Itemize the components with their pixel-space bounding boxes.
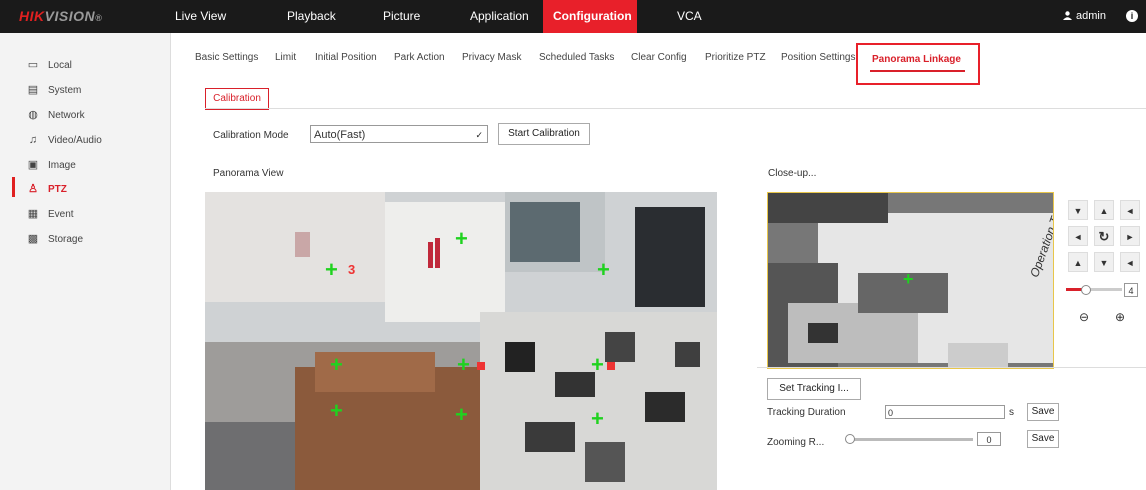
calibration-mode-label: Calibration Mode <box>213 130 289 141</box>
tab-prioritize-ptz[interactable]: Prioritize PTZ <box>705 52 766 63</box>
system-icon: ▤ <box>27 84 39 97</box>
chevron-down-icon: ✓ <box>475 130 483 140</box>
sidebar-item-label: System <box>48 85 82 96</box>
marker-label: 3 <box>348 262 356 277</box>
tab-position-settings[interactable]: Position Settings <box>781 52 856 63</box>
ptz-up-right-button[interactable]: ◄ <box>1120 200 1140 220</box>
tab-limit[interactable]: Limit <box>275 52 296 63</box>
user-icon <box>1063 1 1073 20</box>
ptz-left-button[interactable]: ◄ <box>1068 226 1088 246</box>
nav-picture[interactable]: Picture <box>373 0 430 33</box>
sidebar-item-label: Video/Audio <box>48 135 102 146</box>
ptz-up-left-button[interactable]: ▼ <box>1068 200 1088 220</box>
nav-live-view[interactable]: Live View <box>165 0 236 33</box>
sidebar-item-ptz[interactable]: ♙ PTZ <box>27 180 67 200</box>
panorama-video-view[interactable]: + 3 + + + + + + + + <box>205 192 717 490</box>
calibration-marker[interactable]: + <box>455 228 468 250</box>
ptz-speed-knob[interactable] <box>1080 285 1091 295</box>
calibration-mode-value: Auto(Fast) <box>314 129 366 141</box>
top-navigation-bar: HIKVISION® Live View Playback Picture Ap… <box>0 0 1146 33</box>
zooming-ratio-label: Zooming R... <box>767 437 825 448</box>
active-sidebar-marker <box>12 177 15 197</box>
red-marker <box>477 362 485 370</box>
calibration-marker[interactable]: + <box>455 404 468 426</box>
sidebar-item-network[interactable]: ◍ Network <box>27 106 85 126</box>
info-icon[interactable]: i <box>1126 10 1138 22</box>
monitor-icon: ▭ <box>27 59 39 72</box>
tab-initial-position[interactable]: Initial Position <box>315 52 377 63</box>
user-name: admin <box>1076 10 1106 22</box>
ptz-down-button[interactable]: ▼ <box>1094 252 1114 272</box>
ptz-speed-value[interactable]: 4 <box>1124 283 1138 297</box>
save-duration-button[interactable]: Save <box>1027 403 1059 421</box>
zoom-in-icon[interactable]: ⊕ <box>1110 307 1130 327</box>
subtab-divider <box>205 108 1146 109</box>
sidebar-item-video-audio[interactable]: ♫ Video/Audio <box>27 131 102 151</box>
duration-unit-label: s <box>1009 407 1014 418</box>
tab-highlight-box <box>856 43 980 85</box>
calibration-marker[interactable]: + <box>330 354 343 376</box>
closeup-video-view[interactable]: Operation Tool + <box>767 192 1054 369</box>
sidebar-item-local[interactable]: ▭ Local <box>27 56 72 76</box>
nav-application[interactable]: Application <box>460 0 539 33</box>
image-icon: ▣ <box>27 159 39 172</box>
ptz-auto-rotate-button[interactable]: ↻ <box>1094 226 1114 246</box>
subtab-calibration[interactable]: Calibration <box>205 88 269 110</box>
save-zoom-button[interactable]: Save <box>1027 430 1059 448</box>
ptz-icon: ♙ <box>28 183 38 196</box>
calibration-marker[interactable]: + <box>457 354 470 376</box>
sidebar-item-image[interactable]: ▣ Image <box>27 156 76 176</box>
tab-scheduled-tasks[interactable]: Scheduled Tasks <box>539 52 614 63</box>
ptz-down-right-button[interactable]: ◄ <box>1120 252 1140 272</box>
set-tracking-button[interactable]: Set Tracking I... <box>767 378 861 400</box>
closeup-center-marker: + <box>903 269 914 289</box>
nav-playback[interactable]: Playback <box>277 0 346 33</box>
section-divider <box>757 367 1146 368</box>
nav-vca[interactable]: VCA <box>667 0 712 33</box>
hikvision-logo: HIKVISION® <box>19 8 103 24</box>
sidebar-item-label: Storage <box>48 234 84 245</box>
sidebar-item-label: Local <box>48 60 72 71</box>
sidebar-item-label: Image <box>48 160 76 171</box>
calibration-mode-select[interactable]: Auto(Fast) ✓ <box>310 125 488 143</box>
sidebar-item-system[interactable]: ▤ System <box>27 81 82 101</box>
calibration-marker[interactable]: + <box>597 259 610 281</box>
calibration-marker[interactable]: + <box>325 259 338 281</box>
calendar-icon: ▦ <box>27 208 39 221</box>
red-marker <box>607 362 615 370</box>
sidebar: ▭ Local ▤ System ◍ Network ♫ Video/Audio ▣ Im… <box>0 33 171 490</box>
tracking-duration-label: Tracking Duration <box>767 407 846 418</box>
calibration-marker[interactable]: + <box>330 400 343 422</box>
tab-privacy-mask[interactable]: Privacy Mask <box>462 52 521 63</box>
sidebar-item-label: Event <box>48 209 74 220</box>
zooming-ratio-input[interactable]: 0 <box>977 432 1001 446</box>
ptz-up-button[interactable]: ▲ <box>1094 200 1114 220</box>
sidebar-item-storage[interactable]: ▩ Storage <box>27 230 83 250</box>
video-audio-icon: ♫ <box>28 134 38 147</box>
calibration-marker[interactable]: + <box>591 354 604 376</box>
storage-icon: ▩ <box>27 233 39 246</box>
panorama-view-label: Panorama View <box>213 168 284 179</box>
sidebar-item-label: Network <box>48 110 85 121</box>
start-calibration-button[interactable]: Start Calibration <box>498 123 590 145</box>
ptz-control-panel: ▼ ▲ ◄ ◄ ↻ ► ▲ ▼ ◄ 4 ⊖ ⊕ <box>1060 192 1146 369</box>
nav-configuration[interactable]: Configuration <box>543 0 637 33</box>
globe-icon: ◍ <box>28 109 38 122</box>
zooming-ratio-knob[interactable] <box>845 434 855 444</box>
calibration-marker[interactable]: + <box>591 408 604 430</box>
sidebar-item-event[interactable]: ▦ Event <box>27 205 74 225</box>
closeup-label: Close-up... <box>768 168 817 179</box>
ptz-right-button[interactable]: ► <box>1120 226 1140 246</box>
sidebar-item-label: PTZ <box>48 184 67 195</box>
tab-basic-settings[interactable]: Basic Settings <box>195 52 258 63</box>
zooming-ratio-slider[interactable] <box>848 438 973 441</box>
tracking-duration-input[interactable]: 0 <box>885 405 1005 419</box>
tab-park-action[interactable]: Park Action <box>394 52 445 63</box>
user-menu[interactable]: admin <box>1063 0 1106 33</box>
zoom-out-icon[interactable]: ⊖ <box>1074 307 1094 327</box>
ptz-down-left-button[interactable]: ▲ <box>1068 252 1088 272</box>
tab-clear-config[interactable]: Clear Config <box>631 52 687 63</box>
